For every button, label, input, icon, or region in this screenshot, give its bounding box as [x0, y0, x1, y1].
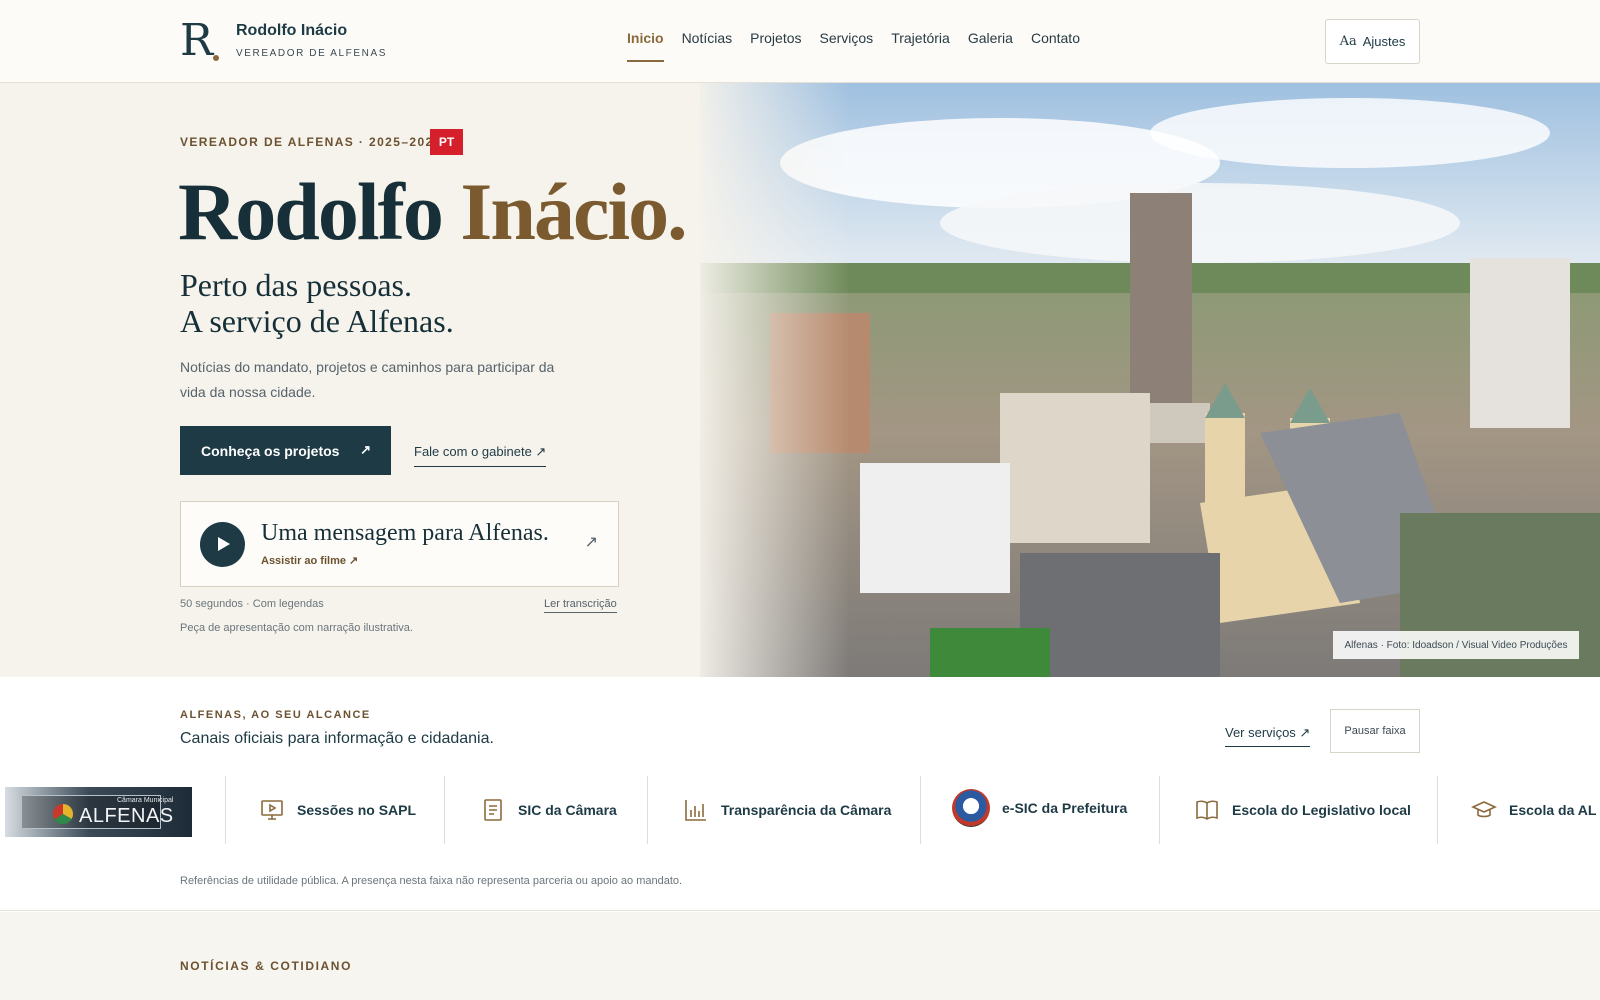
strip-divider — [647, 776, 648, 844]
brand-name[interactable]: Rodolfo Inácio — [236, 22, 347, 40]
settings-label: Ajustes — [1362, 34, 1406, 49]
service-item-sapl[interactable]: Sessões no SAPL — [259, 797, 416, 823]
hero-eyebrow: VEREADOR DE ALFENAS · 2025–2028 — [180, 135, 442, 149]
projects-cta-label: Conheça os projetos — [201, 442, 340, 459]
strip-divider — [225, 776, 226, 844]
service-label: e-SIC da Prefeitura — [1002, 800, 1128, 816]
news-section: NOTÍCIAS & COTIDIANO — [0, 912, 1600, 1000]
video-title: Uma mensagem para Alfenas. — [261, 520, 549, 546]
watch-film-link[interactable]: Assistir ao filme ↗ — [261, 554, 358, 567]
service-item-escola-legislativo[interactable]: Escola do Legislativo local — [1194, 797, 1411, 823]
municipal-emblem-icon — [53, 804, 73, 824]
service-label: Escola do Legislativo local — [1232, 802, 1411, 818]
logo-small-text: Câmara Municipal — [117, 797, 174, 804]
service-label: SIC da Câmara — [518, 802, 617, 818]
strip-divider — [1159, 776, 1160, 844]
service-item-sic-camara[interactable]: SIC da Câmara — [480, 797, 617, 823]
arrow-up-right-icon: ↗ — [360, 442, 371, 457]
hero-description: Notícias do mandato, projetos e caminhos… — [180, 359, 555, 400]
hero-title: Rodolfo Inácio. — [178, 165, 688, 259]
hero-title-accent: Inácio. — [460, 166, 687, 257]
video-meta: 50 segundos · Com legendas — [180, 598, 324, 610]
news-eyebrow: NOTÍCIAS & COTIDIANO — [180, 959, 352, 973]
tagline-line-1: Perto das pessoas. — [180, 267, 412, 303]
site-header: R Rodolfo Inácio VEREADOR DE ALFENAS Ini… — [0, 0, 1600, 83]
arrow-up-right-icon: ↗ — [584, 534, 598, 551]
tagline-line-2: A serviço de Alfenas. — [180, 303, 454, 339]
hero-section: Alfenas · Foto: Idoadson / Visual Video … — [0, 83, 1600, 677]
hero-tagline: Perto das pessoas. A serviço de Alfenas. — [180, 267, 454, 339]
graduation-cap-icon — [1471, 797, 1497, 823]
service-item-transparencia[interactable]: Transparência da Câmara — [683, 797, 891, 823]
play-icon[interactable] — [200, 522, 245, 567]
photo-fade-overlay — [690, 83, 850, 677]
strip-divider — [444, 776, 445, 844]
nav-item-inicio[interactable]: Inicio — [627, 30, 664, 62]
strip-divider — [1437, 776, 1438, 844]
brand-subtitle: VEREADOR DE ALFENAS — [236, 48, 387, 59]
document-icon — [480, 797, 506, 823]
pause-strip-button[interactable]: Pausar faixa — [1330, 709, 1420, 753]
service-label: Escola da AL — [1509, 802, 1597, 818]
photo-credit: Alfenas · Foto: Idoadson / Visual Video … — [1333, 631, 1579, 659]
nav-item-noticias[interactable]: Notícias — [682, 30, 733, 50]
contact-office-link[interactable]: Fale com o gabinete ↗ — [414, 444, 547, 467]
party-badge: PT — [430, 129, 463, 155]
main-nav: Inicio Notícias Projetos Serviços Trajet… — [627, 30, 1080, 62]
camara-alfenas-logo[interactable]: Câmara Municipal ALFENAS — [5, 787, 192, 837]
nav-item-contato[interactable]: Contato — [1031, 30, 1080, 50]
projects-cta-button[interactable]: Conheça os projetos ↗ — [180, 426, 391, 475]
logo-text: ALFENAS — [79, 805, 174, 827]
services-strip: Câmara Municipal ALFENAS Sessões no SAPL… — [0, 772, 1600, 847]
logo-monogram[interactable]: R — [180, 16, 213, 66]
strip-divider — [920, 776, 921, 844]
video-card[interactable]: Uma mensagem para Alfenas. Assistir ao f… — [180, 501, 619, 587]
hero-title-first: Rodolfo — [178, 166, 444, 257]
presentation-icon — [259, 797, 285, 823]
nav-item-trajetoria[interactable]: Trajetória — [891, 30, 950, 50]
view-services-link[interactable]: Ver serviços ↗ — [1225, 725, 1311, 747]
service-label: Transparência da Câmara — [721, 802, 892, 818]
bar-chart-icon — [683, 797, 709, 823]
text-size-icon: Aa — [1339, 34, 1357, 49]
services-band: ALFENAS, AO SEU ALCANCE Canais oficiais … — [0, 677, 1600, 911]
service-label: Sessões no SAPL — [297, 802, 417, 818]
services-title: Canais oficiais para informação e cidada… — [180, 730, 494, 747]
logo-dot — [213, 55, 219, 61]
video-note: Peça de apresentação com narração ilustr… — [180, 622, 413, 634]
services-eyebrow: ALFENAS, AO SEU ALCANCE — [180, 709, 371, 721]
services-footnote: Referências de utilidade pública. A pres… — [180, 875, 683, 887]
nav-item-servicos[interactable]: Serviços — [820, 30, 874, 50]
nav-item-projetos[interactable]: Projetos — [750, 30, 801, 50]
crest-icon — [952, 789, 990, 827]
settings-button[interactable]: Aa Ajustes — [1325, 19, 1420, 64]
service-item-esic-prefeitura[interactable]: e-SIC da Prefeitura — [952, 789, 1127, 827]
read-transcript-link[interactable]: Ler transcrição — [544, 598, 617, 613]
nav-item-galeria[interactable]: Galeria — [968, 30, 1013, 50]
service-item-escola-al[interactable]: Escola da AL — [1471, 797, 1596, 823]
book-icon — [1194, 797, 1220, 823]
